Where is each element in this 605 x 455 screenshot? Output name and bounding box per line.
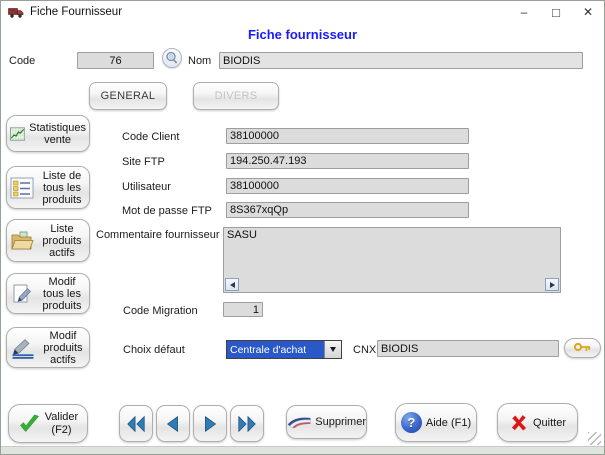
next-icon bbox=[199, 413, 221, 435]
mot-de-passe-ftp-label: Mot de passe FTP bbox=[122, 205, 212, 217]
sidebar-item-modif-produits-actifs[interactable]: Modif produits actifs bbox=[6, 327, 90, 368]
tab-general[interactable]: GENERAL bbox=[89, 82, 167, 110]
edit-document-icon bbox=[10, 283, 34, 305]
list-icon bbox=[10, 177, 34, 199]
code-lookup-button[interactable] bbox=[162, 48, 182, 68]
sidebar-item-statistiques-vente[interactable]: Statistiques vente bbox=[6, 115, 90, 152]
choix-defaut-label: Choix défaut bbox=[123, 344, 185, 356]
dropdown-arrow-icon[interactable] bbox=[324, 341, 341, 358]
quitter-button-label: Quitter bbox=[533, 417, 566, 429]
cnx-key-button[interactable] bbox=[564, 338, 601, 358]
key-icon bbox=[573, 342, 592, 354]
code-client-input[interactable] bbox=[226, 128, 469, 144]
nom-label: Nom bbox=[188, 55, 211, 67]
sidebar-item-label: Modif produits actifs bbox=[40, 330, 86, 366]
eraser-icon bbox=[287, 414, 311, 430]
supprimer-button[interactable]: Supprimer bbox=[286, 405, 367, 439]
next-record-button[interactable] bbox=[193, 405, 227, 442]
commentaire-label: Commentaire fournisseur bbox=[96, 229, 220, 241]
pencil-sign-icon bbox=[10, 337, 36, 359]
previous-record-button[interactable] bbox=[156, 405, 190, 442]
window-controls: – □ ✕ bbox=[508, 1, 604, 23]
folder-icon bbox=[10, 230, 34, 252]
commentaire-textarea-frame: SASU bbox=[223, 227, 561, 293]
last-icon bbox=[236, 413, 258, 435]
code-input[interactable] bbox=[77, 52, 154, 69]
supprimer-button-label: Supprimer bbox=[315, 416, 366, 428]
code-label: Code bbox=[9, 55, 35, 67]
sidebar-item-label: Liste produits actifs bbox=[38, 223, 86, 259]
scroll-left-icon[interactable] bbox=[225, 278, 239, 291]
sidebar-item-liste-produits-actifs[interactable]: Liste produits actifs bbox=[6, 219, 90, 262]
resize-grip-icon[interactable] bbox=[588, 432, 601, 445]
scroll-right-icon[interactable] bbox=[545, 278, 559, 291]
aide-button-label: Aide (F1) bbox=[426, 417, 471, 429]
cnx-input[interactable] bbox=[377, 340, 559, 357]
code-migration-label: Code Migration bbox=[123, 305, 198, 317]
tab-divers[interactable]: DIVERS bbox=[193, 82, 279, 110]
page-title: Fiche fournisseur bbox=[1, 27, 604, 42]
aide-button[interactable]: ? Aide (F1) bbox=[395, 403, 477, 442]
window-bottom-frame bbox=[1, 446, 604, 454]
valider-button[interactable]: Valider (F2) bbox=[8, 404, 88, 443]
close-icon[interactable]: ✕ bbox=[572, 1, 604, 23]
quitter-button[interactable]: Quitter bbox=[497, 403, 578, 442]
site-ftp-input[interactable] bbox=[226, 153, 469, 169]
magnifier-icon bbox=[165, 51, 179, 65]
sidebar-item-liste-tous-produits[interactable]: Liste de tous les produits bbox=[6, 166, 90, 209]
choix-defaut-selected-option: Centrale d'achat bbox=[227, 341, 324, 358]
site-ftp-label: Site FTP bbox=[122, 156, 165, 168]
truck-icon bbox=[8, 6, 24, 19]
titlebar: Fiche Fournisseur – □ ✕ bbox=[1, 1, 604, 23]
sales-chart-icon bbox=[10, 123, 25, 145]
code-client-label: Code Client bbox=[122, 131, 179, 143]
sidebar-item-label: Statistiques vente bbox=[29, 122, 86, 146]
mot-de-passe-ftp-input[interactable] bbox=[226, 202, 469, 218]
sidebar-item-label: Modif tous les produits bbox=[38, 276, 86, 312]
cnx-label: CNX bbox=[353, 344, 376, 356]
minimize-icon[interactable]: – bbox=[508, 1, 540, 23]
previous-icon bbox=[162, 413, 184, 435]
last-record-button[interactable] bbox=[230, 405, 264, 442]
fiche-fournisseur-window: Fiche Fournisseur – □ ✕ Fiche fournisseu… bbox=[0, 0, 605, 455]
code-migration-input[interactable] bbox=[223, 302, 263, 317]
commentaire-input[interactable]: SASU bbox=[224, 228, 560, 278]
check-icon bbox=[18, 413, 41, 434]
sidebar-item-modif-tous-produits[interactable]: Modif tous les produits bbox=[6, 273, 90, 314]
valider-button-label: Valider (F2) bbox=[45, 411, 78, 437]
sidebar-item-label: Liste de tous les produits bbox=[38, 170, 86, 206]
maximize-icon[interactable]: □ bbox=[540, 1, 572, 23]
utilisateur-label: Utilisateur bbox=[122, 181, 171, 193]
question-icon: ? bbox=[401, 412, 422, 433]
first-record-button[interactable] bbox=[119, 405, 153, 442]
nom-input[interactable] bbox=[219, 52, 583, 69]
red-x-icon bbox=[509, 413, 529, 433]
first-icon bbox=[125, 413, 147, 435]
window-title: Fiche Fournisseur bbox=[30, 6, 122, 18]
choix-defaut-select[interactable]: Centrale d'achat bbox=[226, 340, 342, 359]
utilisateur-input[interactable] bbox=[226, 178, 469, 194]
